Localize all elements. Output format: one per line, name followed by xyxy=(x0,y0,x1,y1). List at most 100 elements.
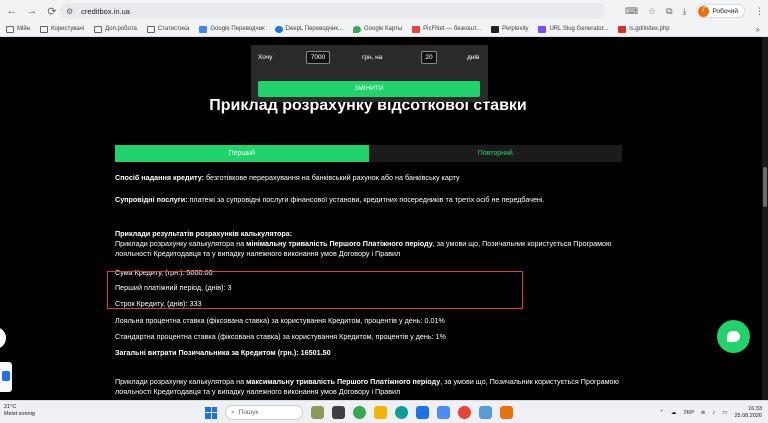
services-paragraph: Супровідні послуги: платежі за супровідн… xyxy=(115,195,625,205)
chat-button[interactable] xyxy=(717,320,750,353)
services-text: платежі за супровідні послуги фінансової… xyxy=(187,195,545,204)
bookmark-label: Статистика xyxy=(157,26,190,32)
app-icon[interactable] xyxy=(437,406,450,419)
file-explorer-icon[interactable] xyxy=(374,406,387,419)
battery-icon[interactable]: ▭ xyxy=(722,410,727,416)
examples-heading-text: Приклади результатів розрахунків калькул… xyxy=(115,229,293,238)
services-label: Супровідні послуги: xyxy=(115,195,188,204)
chat-bubble-icon xyxy=(727,331,740,342)
examples-heading: Приклади результатів розрахунків калькул… xyxy=(115,229,625,239)
standard-rate: Стандартна процентна ставка (фіксована с… xyxy=(115,332,447,341)
bookmark-label: URL Slug Generator... xyxy=(549,26,609,32)
tool-icon[interactable] xyxy=(500,406,513,419)
chrome-profile-icon[interactable] xyxy=(458,406,471,419)
example-intro: Приклади розрахунку калькулятора на міні… xyxy=(115,239,625,259)
edge-icon[interactable] xyxy=(395,406,408,419)
isgd-icon xyxy=(618,25,627,33)
search-icon: ⌕ xyxy=(231,408,235,416)
windows-taskbar: 21°C Meist sonnig ⌕ Пошук ⌃ ☁ УКР ≋ ♪ ▭ … xyxy=(0,400,768,423)
deepl-icon xyxy=(274,25,283,33)
tab-first[interactable]: Перший xyxy=(115,145,369,162)
google-maps-icon xyxy=(353,25,362,33)
browser-toolbar: ← → ⟳ ◫ ⚙ creditbox.in.ua ⌨ ☆ ⧉ ⤓ Г Робо… xyxy=(0,0,768,22)
perplexity-icon xyxy=(491,25,500,33)
back-icon[interactable]: ← xyxy=(4,3,20,19)
bookmark-item[interactable]: URL Slug Generator... xyxy=(538,25,609,33)
bookmarks-bar: Мійн Користувачі Доп.робота Статистика G… xyxy=(0,22,768,37)
taskbar-search[interactable]: ⌕ Пошук xyxy=(225,405,303,420)
bookmark-label: Google Карты xyxy=(364,26,403,32)
volume-icon[interactable]: ♪ xyxy=(713,410,716,416)
loyal-rate: Лояльна процентна ставка (фіксована став… xyxy=(115,316,445,325)
url-slug-icon xyxy=(538,25,547,33)
chrome-icon[interactable] xyxy=(353,406,366,419)
bookmark-item[interactable]: Google Переводчик xyxy=(199,25,265,33)
translate-icon[interactable]: ⌨ xyxy=(625,6,638,17)
clock[interactable]: 16:33 25.08.2026 xyxy=(734,406,762,420)
store-icon[interactable] xyxy=(416,406,429,419)
page-viewport: Приклад розрахунку відсоткової ставки Хо… xyxy=(0,37,762,400)
weather-condition: Meist sonnig xyxy=(4,411,35,417)
bookmark-item[interactable]: Perplexity xyxy=(491,25,529,33)
folder-icon xyxy=(40,25,48,33)
bookmarks-overflow-icon[interactable]: » xyxy=(756,25,760,34)
cloud-icon[interactable]: ☁ xyxy=(671,410,677,416)
bookmark-item[interactable]: PicFNet — безкошт... xyxy=(412,25,482,33)
bookmark-label: Користувачі xyxy=(51,26,85,32)
download-icon[interactable]: ⤓ xyxy=(683,6,687,17)
language-indicator[interactable]: УКР xyxy=(684,410,694,416)
total-cost: Загальні витрати Позичальника за Кредито… xyxy=(115,348,331,357)
bookmark-label: Google Переводчик xyxy=(210,26,265,32)
amount-input[interactable]: 7000 xyxy=(306,51,330,64)
bookmark-item[interactable]: Google Карты xyxy=(353,25,403,33)
method-text: безготівкове перерахування на банківськи… xyxy=(204,173,460,182)
recaptcha-badge[interactable] xyxy=(0,362,12,392)
folder-icon xyxy=(146,25,155,33)
bookmark-star-icon[interactable]: ☆ xyxy=(648,6,656,17)
reload-icon[interactable]: ⟳ xyxy=(44,3,60,19)
bookmark-item[interactable]: is.gd/index.php xyxy=(618,25,670,33)
method-paragraph: Спосіб надання кредиту: безготівкове пер… xyxy=(115,173,625,183)
example-intro-text: Приклади розрахунку калькулятора на xyxy=(115,239,247,248)
weather-widget[interactable]: 21°C Meist sonnig xyxy=(4,404,35,418)
taskbar-apps: ⌕ Пошук xyxy=(205,404,513,421)
extensions-icon[interactable]: ⧉ xyxy=(666,6,672,17)
change-button[interactable]: ЗМІНИТИ xyxy=(258,81,480,97)
days-label: днів xyxy=(467,54,480,61)
bookmark-label: PicFNet — безкошт... xyxy=(423,26,482,32)
days-input[interactable]: 20 xyxy=(421,51,437,64)
tab-repeat[interactable]: Повторний xyxy=(368,145,622,162)
profile-button[interactable]: Г Робочий xyxy=(696,4,745,18)
site-info-icon[interactable]: ⚙ xyxy=(66,7,73,16)
picfnet-icon xyxy=(412,25,421,33)
clock-date: 25.08.2026 xyxy=(734,412,762,419)
bookmark-item[interactable]: Користувачі xyxy=(40,25,85,33)
forward-icon[interactable]: → xyxy=(24,3,40,19)
bookmark-label: is.gd/index.php xyxy=(629,26,670,32)
calculator-row: Хочу 7000 грн, на 20 днів xyxy=(251,51,488,65)
side-tab-button[interactable] xyxy=(0,327,6,349)
loan-type-tabs: Перший Повторний xyxy=(115,145,622,162)
bookmark-label: Мійн xyxy=(17,26,30,32)
scrollbar-thumb[interactable] xyxy=(763,167,767,207)
windows-start-icon[interactable] xyxy=(205,406,217,419)
profile-label: Робочий xyxy=(712,7,738,15)
task-view-icon[interactable] xyxy=(332,406,345,419)
document-icon[interactable] xyxy=(479,406,492,419)
menu-icon[interactable]: ⋮ xyxy=(755,6,764,17)
example-intro-bold: мінімальну тривалість Першого Платіжного… xyxy=(246,239,433,248)
search-placeholder: Пошук xyxy=(238,409,259,416)
widgets-icon[interactable] xyxy=(311,406,324,419)
wifi-icon[interactable]: ≋ xyxy=(701,410,706,416)
bookmark-label: DeepL Переводчик... xyxy=(285,26,344,32)
folder-icon xyxy=(6,25,14,33)
bookmark-item[interactable]: Статистика xyxy=(146,25,190,33)
bookmark-item[interactable]: DeepL Переводчик... xyxy=(274,25,344,33)
rate-highlight-box xyxy=(107,271,523,309)
bookmark-item[interactable]: Мійн xyxy=(6,25,30,33)
page-scrollbar[interactable] xyxy=(762,37,768,400)
tray-overflow-icon[interactable]: ⌃ xyxy=(659,410,664,416)
bookmark-label: Perplexity xyxy=(502,26,529,32)
address-bar[interactable]: ⚙ creditbox.in.ua xyxy=(60,3,605,19)
bookmark-item[interactable]: Доп.робота xyxy=(94,25,137,33)
